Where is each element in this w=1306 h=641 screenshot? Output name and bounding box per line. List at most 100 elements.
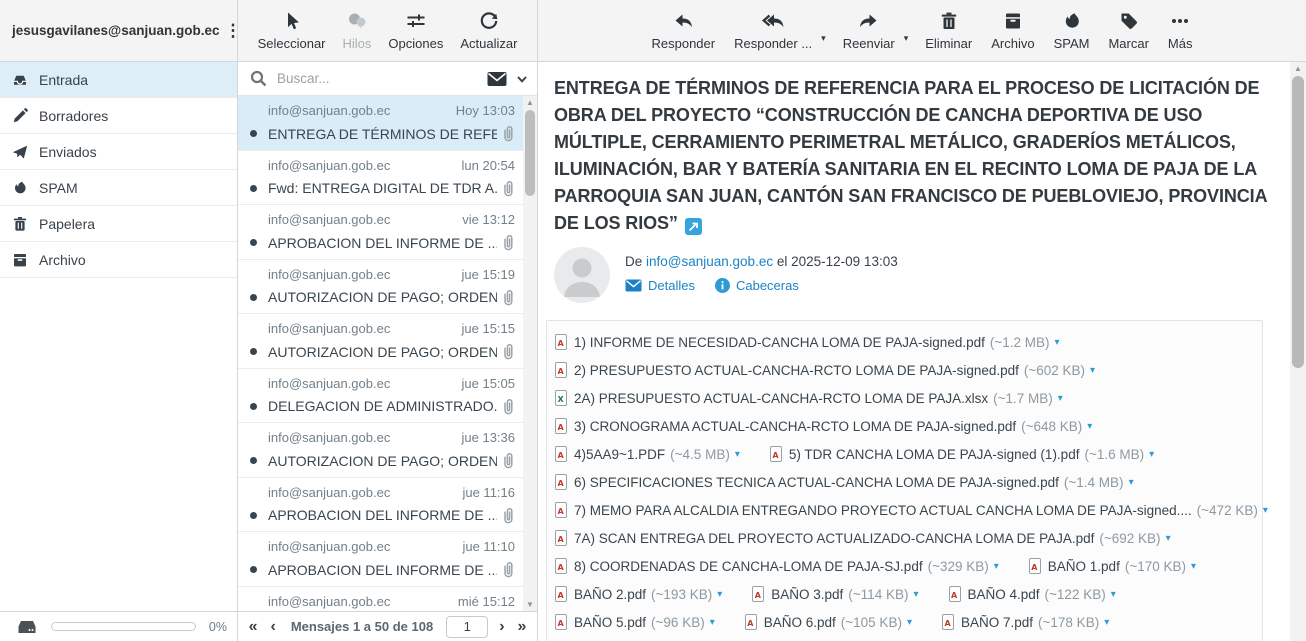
sidebar-item-trash[interactable]: Papelera xyxy=(0,206,237,242)
attachment-dropdown-caret[interactable]: ▾ xyxy=(994,561,999,572)
attachment-item[interactable]: 4)5AA9~1.PDF (~4.5 MB) ▾ xyxy=(555,440,740,468)
attachment-dropdown-caret[interactable]: ▾ xyxy=(1149,449,1154,460)
attachment-item[interactable]: BAÑO 7.pdf (~178 KB) ▾ xyxy=(942,608,1109,636)
search-options-chevron-icon[interactable] xyxy=(515,72,529,86)
message-subject: APROBACION DEL INFORME DE ... xyxy=(268,235,497,251)
page-number-input[interactable] xyxy=(446,616,488,638)
attachment-dropdown-caret[interactable]: ▾ xyxy=(907,617,912,628)
message-row[interactable]: info@sanjuan.gob.ec Hoy 13:03 ENTREGA DE… xyxy=(238,96,523,151)
prev-page-button[interactable]: ‹ xyxy=(268,619,277,635)
scroll-up-arrow[interactable]: ▲ xyxy=(1290,62,1306,75)
sliders-icon xyxy=(406,11,426,31)
message-row[interactable]: info@sanjuan.gob.ec jue 11:10 APROBACION… xyxy=(238,532,523,587)
details-toggle[interactable]: Detalles xyxy=(625,278,695,293)
attachment-dropdown-caret[interactable]: ▾ xyxy=(1166,533,1171,544)
attachment-dropdown-caret[interactable]: ▾ xyxy=(710,617,715,628)
attachment-dropdown-caret[interactable]: ▾ xyxy=(717,589,722,600)
attachment-item[interactable]: BAÑO 1.pdf (~170 KB) ▾ xyxy=(1029,552,1196,580)
message-row[interactable]: info@sanjuan.gob.ec vie 13:12 APROBACION… xyxy=(238,205,523,260)
attachment-dropdown-caret[interactable]: ▾ xyxy=(1087,421,1092,432)
attachment-item[interactable]: 7) MEMO PARA ALCALDIA ENTREGANDO PROYECT… xyxy=(555,496,1268,524)
attachment-item[interactable]: BAR 2.pdf (~192 KB) ▾ xyxy=(742,636,899,641)
scroll-up-arrow[interactable]: ▲ xyxy=(523,96,537,109)
spam-button[interactable]: SPAM xyxy=(1052,0,1092,61)
forward-dropdown-caret[interactable]: ▾ xyxy=(904,33,909,44)
attachment-item[interactable]: BAÑO 2.pdf (~193 KB) ▾ xyxy=(555,580,722,608)
attachment-item[interactable]: BAR 1.pdf (~169 KB) ▾ xyxy=(555,636,712,641)
message-row[interactable]: info@sanjuan.gob.ec lun 20:54 Fwd: ENTRE… xyxy=(238,151,523,206)
attachment-item[interactable]: 7A) SCAN ENTREGA DEL PROYECTO ACTUALIZAD… xyxy=(555,524,1171,552)
reply-button[interactable]: Responder xyxy=(650,0,718,61)
attachment-dropdown-caret[interactable]: ▾ xyxy=(1055,337,1060,348)
folder-list: Entrada Borradores Enviados xyxy=(0,62,237,611)
attachment-item[interactable]: 5) TDR CANCHA LOMA DE PAJA-signed (1).pd… xyxy=(770,440,1154,468)
sender-email-link[interactable]: info@sanjuan.gob.ec xyxy=(646,254,773,269)
attachment-item[interactable]: 1) INFORME DE NECESIDAD-CANCHA LOMA DE P… xyxy=(555,328,1060,356)
attachment-dropdown-caret[interactable]: ▾ xyxy=(1111,589,1116,600)
message-row-subject-line: APROBACION DEL INFORME DE ... xyxy=(250,561,515,578)
list-scrollbar-thumb[interactable] xyxy=(525,110,535,196)
options-button[interactable]: Opciones xyxy=(386,0,445,61)
attachment-item[interactable]: 2) PRESUPUESTO ACTUAL-CANCHA-RCTO LOMA D… xyxy=(555,356,1095,384)
sidebar-item-inbox[interactable]: Entrada xyxy=(0,62,237,98)
more-button[interactable]: Más xyxy=(1166,0,1195,61)
attachment-item[interactable]: BAR 3.pdf (~104 KB) ▾ xyxy=(929,636,1086,641)
external-link-icon[interactable] xyxy=(685,218,702,235)
threads-button[interactable]: Hilos xyxy=(341,0,374,61)
last-page-button[interactable]: » xyxy=(516,619,529,635)
attachment-item[interactable]: BAÑO 5.pdf (~96 KB) ▾ xyxy=(555,608,715,636)
search-scope-envelope-icon[interactable] xyxy=(487,71,507,87)
attachment-dropdown-caret[interactable]: ▾ xyxy=(1104,617,1109,628)
archive-icon xyxy=(12,252,28,268)
sender-actions: Detalles Cabeceras xyxy=(625,278,898,293)
reply-all-dropdown-caret[interactable]: ▾ xyxy=(821,33,826,44)
message-row[interactable]: info@sanjuan.gob.ec jue 15:19 AUTORIZACI… xyxy=(238,260,523,315)
pdf-file-icon xyxy=(555,362,567,378)
refresh-button[interactable]: Actualizar xyxy=(458,0,519,61)
sidebar-item-archive[interactable]: Archivo xyxy=(0,242,237,278)
sidebar-item-spam[interactable]: SPAM xyxy=(0,170,237,206)
attachment-item[interactable]: 2A) PRESUPUESTO ACTUAL-CANCHA-RCTO LOMA … xyxy=(555,384,1063,412)
attachment-item[interactable]: BAÑO 6.pdf (~105 KB) ▾ xyxy=(745,608,912,636)
attachment-dropdown-caret[interactable]: ▾ xyxy=(1263,505,1268,516)
message-date: jue 15:05 xyxy=(462,376,516,391)
reply-all-button[interactable]: Responder ... xyxy=(732,0,814,61)
message-row[interactable]: info@sanjuan.gob.ec mié 15:12 xyxy=(238,587,523,612)
message-view-scrollbar-thumb[interactable] xyxy=(1292,76,1304,368)
sidebar-item-sent[interactable]: Enviados xyxy=(0,134,237,170)
sidebar-item-drafts[interactable]: Borradores xyxy=(0,98,237,134)
attachment-dropdown-caret[interactable]: ▾ xyxy=(1191,561,1196,572)
first-page-button[interactable]: « xyxy=(247,619,260,635)
attachment-item[interactable]: 6) SPECIFICACIONES TECNICA ACTUAL-CANCHA… xyxy=(555,468,1134,496)
message-row[interactable]: info@sanjuan.gob.ec jue 15:15 AUTORIZACI… xyxy=(238,314,523,369)
message-row[interactable]: info@sanjuan.gob.ec jue 11:16 APROBACION… xyxy=(238,478,523,533)
message-row-meta: info@sanjuan.gob.ec lun 20:54 xyxy=(250,158,515,173)
attachment-dropdown-caret[interactable]: ▾ xyxy=(913,589,918,600)
search-input[interactable] xyxy=(275,70,479,87)
message-row[interactable]: info@sanjuan.gob.ec jue 15:05 DELEGACION… xyxy=(238,369,523,424)
ellipsis-icon xyxy=(1170,11,1190,31)
attachment-item[interactable]: 8) COORDENADAS DE CANCHA-LOMA DE PAJA-SJ… xyxy=(555,552,999,580)
attachment-dropdown-caret[interactable]: ▾ xyxy=(1058,393,1063,404)
message-row[interactable]: info@sanjuan.gob.ec jue 13:36 AUTORIZACI… xyxy=(238,423,523,478)
attachment-dropdown-caret[interactable]: ▾ xyxy=(1129,477,1134,488)
scroll-down-arrow[interactable]: ▼ xyxy=(523,598,537,611)
attachment-item[interactable]: BAÑO 4.pdf (~122 KB) ▾ xyxy=(949,580,1116,608)
attachment-name: BAÑO 4.pdf xyxy=(968,587,1040,602)
message-date: vie 13:12 xyxy=(462,212,515,227)
headers-toggle[interactable]: Cabeceras xyxy=(715,278,799,293)
select-button[interactable]: Seleccionar xyxy=(256,0,328,61)
tag-button[interactable]: Marcar xyxy=(1106,0,1150,61)
attachment-item[interactable]: BAÑO 3.pdf (~114 KB) ▾ xyxy=(752,580,918,608)
message-subject: APROBACION DEL INFORME DE ... xyxy=(268,562,497,578)
attachment-dropdown-caret[interactable]: ▾ xyxy=(1090,365,1095,376)
forward-button[interactable]: Reenviar xyxy=(841,0,897,61)
next-page-button[interactable]: › xyxy=(497,619,506,635)
delete-button[interactable]: Eliminar xyxy=(923,0,974,61)
message-subject: AUTORIZACION DE PAGO; ORDEN... xyxy=(268,289,497,305)
attachment-dropdown-caret[interactable]: ▾ xyxy=(735,449,740,460)
attachment-size: (~96 KB) xyxy=(651,615,705,630)
attachment-name: BAÑO 1.pdf xyxy=(1048,559,1120,574)
attachment-item[interactable]: 3) CRONOGRAMA ACTUAL-CANCHA-RCTO LOMA DE… xyxy=(555,412,1092,440)
archive-button[interactable]: Archivo xyxy=(989,0,1036,61)
